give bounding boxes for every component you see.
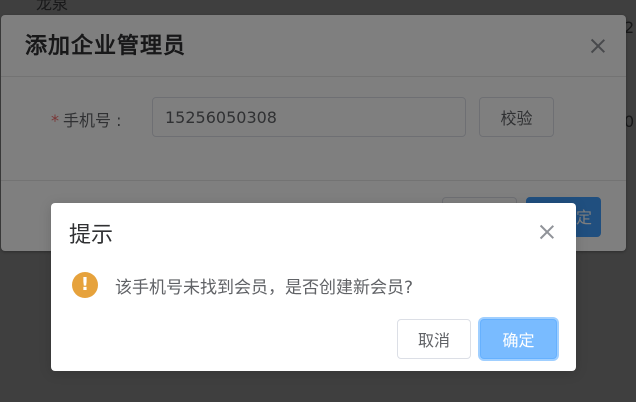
message-box-title: 提示 — [69, 223, 114, 248]
confirm-message-box: 提示 ! 该手机号未找到会员，是否创建新会员? 取消 确定 — [51, 203, 576, 371]
message-text: 该手机号未找到会员，是否创建新会员? — [115, 278, 414, 298]
close-icon[interactable] — [539, 224, 555, 240]
confirm-button[interactable]: 确定 — [480, 319, 557, 359]
warning-icon: ! — [72, 272, 98, 298]
cancel-button[interactable]: 取消 — [397, 319, 471, 359]
